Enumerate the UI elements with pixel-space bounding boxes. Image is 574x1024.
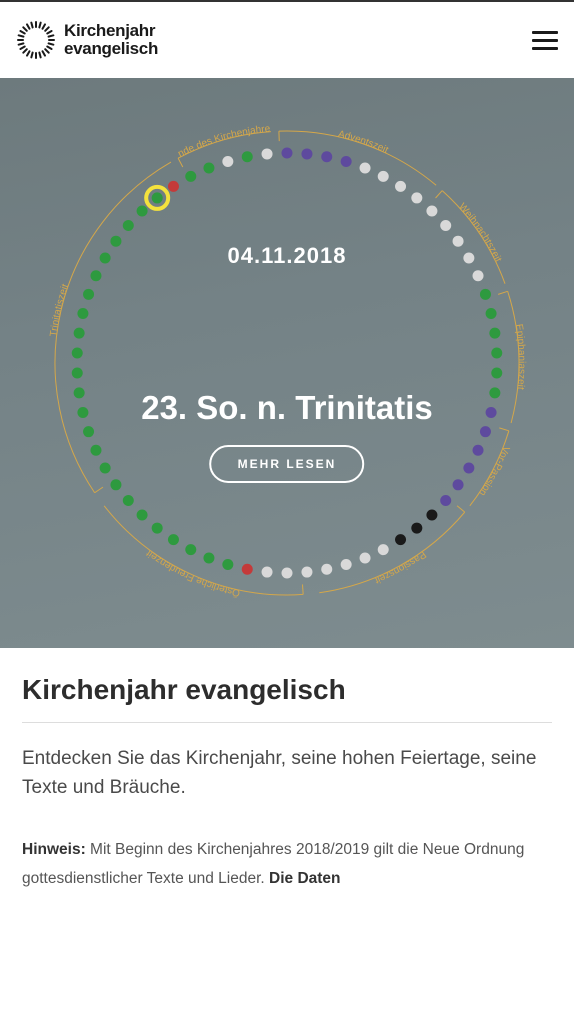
calendar-dot[interactable] xyxy=(463,253,474,264)
menu-button[interactable] xyxy=(532,31,558,50)
calendar-dot[interactable] xyxy=(90,445,101,456)
calendar-dot[interactable] xyxy=(185,171,196,182)
calendar-dot[interactable] xyxy=(123,495,134,506)
header: Kirchenjahr evangelisch xyxy=(0,0,574,78)
calendar-dot[interactable] xyxy=(301,148,312,159)
season-label: Epiphaniaszeit xyxy=(513,323,527,390)
calendar-dot[interactable] xyxy=(152,192,163,203)
calendar-dot[interactable] xyxy=(262,567,273,578)
calendar-dot[interactable] xyxy=(90,270,101,281)
calendar-dot[interactable] xyxy=(262,148,273,159)
hero-circle-calendar: AdventszeitWeihnachtszeitEpiphaniaszeitV… xyxy=(0,78,574,648)
calendar-dot[interactable] xyxy=(491,367,502,378)
calendar-dot[interactable] xyxy=(152,523,163,534)
calendar-dot[interactable] xyxy=(222,156,233,167)
calendar-dot[interactable] xyxy=(411,192,422,203)
calendar-dot[interactable] xyxy=(480,426,491,437)
calendar-dot[interactable] xyxy=(440,495,451,506)
radial-logo-icon xyxy=(16,20,56,60)
calendar-dot[interactable] xyxy=(321,151,332,162)
calendar-dot[interactable] xyxy=(168,534,179,545)
calendar-dot[interactable] xyxy=(486,308,497,319)
calendar-dot[interactable] xyxy=(77,407,88,418)
season-label: Trinitatiszeit xyxy=(49,283,72,338)
calendar-dot[interactable] xyxy=(395,181,406,192)
calendar-dot[interactable] xyxy=(83,289,94,300)
calendar-dot[interactable] xyxy=(453,479,464,490)
calendar-dot[interactable] xyxy=(480,289,491,300)
intro-text: Entdecken Sie das Kirchenjahr, seine hoh… xyxy=(22,745,552,802)
calendar-dot[interactable] xyxy=(341,156,352,167)
calendar-dot[interactable] xyxy=(74,387,85,398)
calendar-dot[interactable] xyxy=(203,163,214,174)
calendar-dot[interactable] xyxy=(411,523,422,534)
calendar-dot[interactable] xyxy=(395,534,406,545)
calendar-dot[interactable] xyxy=(491,348,502,359)
calendar-dot[interactable] xyxy=(426,509,437,520)
calendar-dot[interactable] xyxy=(222,559,233,570)
season-label: Österliche Freudenzeit xyxy=(144,547,241,599)
calendar-dot[interactable] xyxy=(440,220,451,231)
calendar-dot[interactable] xyxy=(242,151,253,162)
calendar-dot[interactable] xyxy=(473,445,484,456)
calendar-dot[interactable] xyxy=(77,308,88,319)
calendar-dot[interactable] xyxy=(360,552,371,563)
calendar-dot[interactable] xyxy=(360,163,371,174)
calendar-dot[interactable] xyxy=(123,220,134,231)
current-day-title: 23. So. n. Trinitatis xyxy=(141,389,433,427)
calendar-dot[interactable] xyxy=(489,387,500,398)
calendar-dot[interactable] xyxy=(168,181,179,192)
season-label: Weihnachtszeit xyxy=(456,201,503,264)
calendar-dot[interactable] xyxy=(426,206,437,217)
calendar-dot[interactable] xyxy=(72,367,83,378)
calendar-dot[interactable] xyxy=(242,564,253,575)
logo-text: Kirchenjahr evangelisch xyxy=(64,22,158,58)
logo[interactable]: Kirchenjahr evangelisch xyxy=(16,20,158,60)
calendar-dot[interactable] xyxy=(378,544,389,555)
calendar-dot[interactable] xyxy=(74,328,85,339)
note-text: Hinweis: Mit Beginn des Kirchenjahres 20… xyxy=(22,836,552,893)
calendar-dot[interactable] xyxy=(137,509,148,520)
calendar-dot[interactable] xyxy=(282,568,293,579)
calendar-dot[interactable] xyxy=(185,544,196,555)
calendar-dot[interactable] xyxy=(473,270,484,281)
season-label: Adventszeit xyxy=(337,129,390,156)
calendar-dot[interactable] xyxy=(72,348,83,359)
more-button[interactable]: MEHR LESEN xyxy=(210,445,365,483)
calendar-dot[interactable] xyxy=(100,253,111,264)
calendar-dot[interactable] xyxy=(489,328,500,339)
calendar-dot[interactable] xyxy=(282,148,293,159)
calendar-dot[interactable] xyxy=(486,407,497,418)
divider xyxy=(22,722,552,723)
calendar-dot[interactable] xyxy=(137,206,148,217)
calendar-dot[interactable] xyxy=(341,559,352,570)
calendar-dot[interactable] xyxy=(463,463,474,474)
calendar-dot[interactable] xyxy=(453,236,464,247)
calendar-dot[interactable] xyxy=(378,171,389,182)
calendar-dot[interactable] xyxy=(321,564,332,575)
current-date: 04.11.2018 xyxy=(141,243,433,269)
calendar-dot[interactable] xyxy=(301,567,312,578)
calendar-dot[interactable] xyxy=(83,426,94,437)
page-heading: Kirchenjahr evangelisch xyxy=(22,674,552,706)
content-section: Kirchenjahr evangelisch Entdecken Sie da… xyxy=(0,648,574,919)
calendar-dot[interactable] xyxy=(203,552,214,563)
calendar-dot[interactable] xyxy=(100,463,111,474)
season-label: Ende des Kirchenjahres xyxy=(37,113,271,160)
calendar-dot[interactable] xyxy=(110,236,121,247)
calendar-dot[interactable] xyxy=(110,479,121,490)
